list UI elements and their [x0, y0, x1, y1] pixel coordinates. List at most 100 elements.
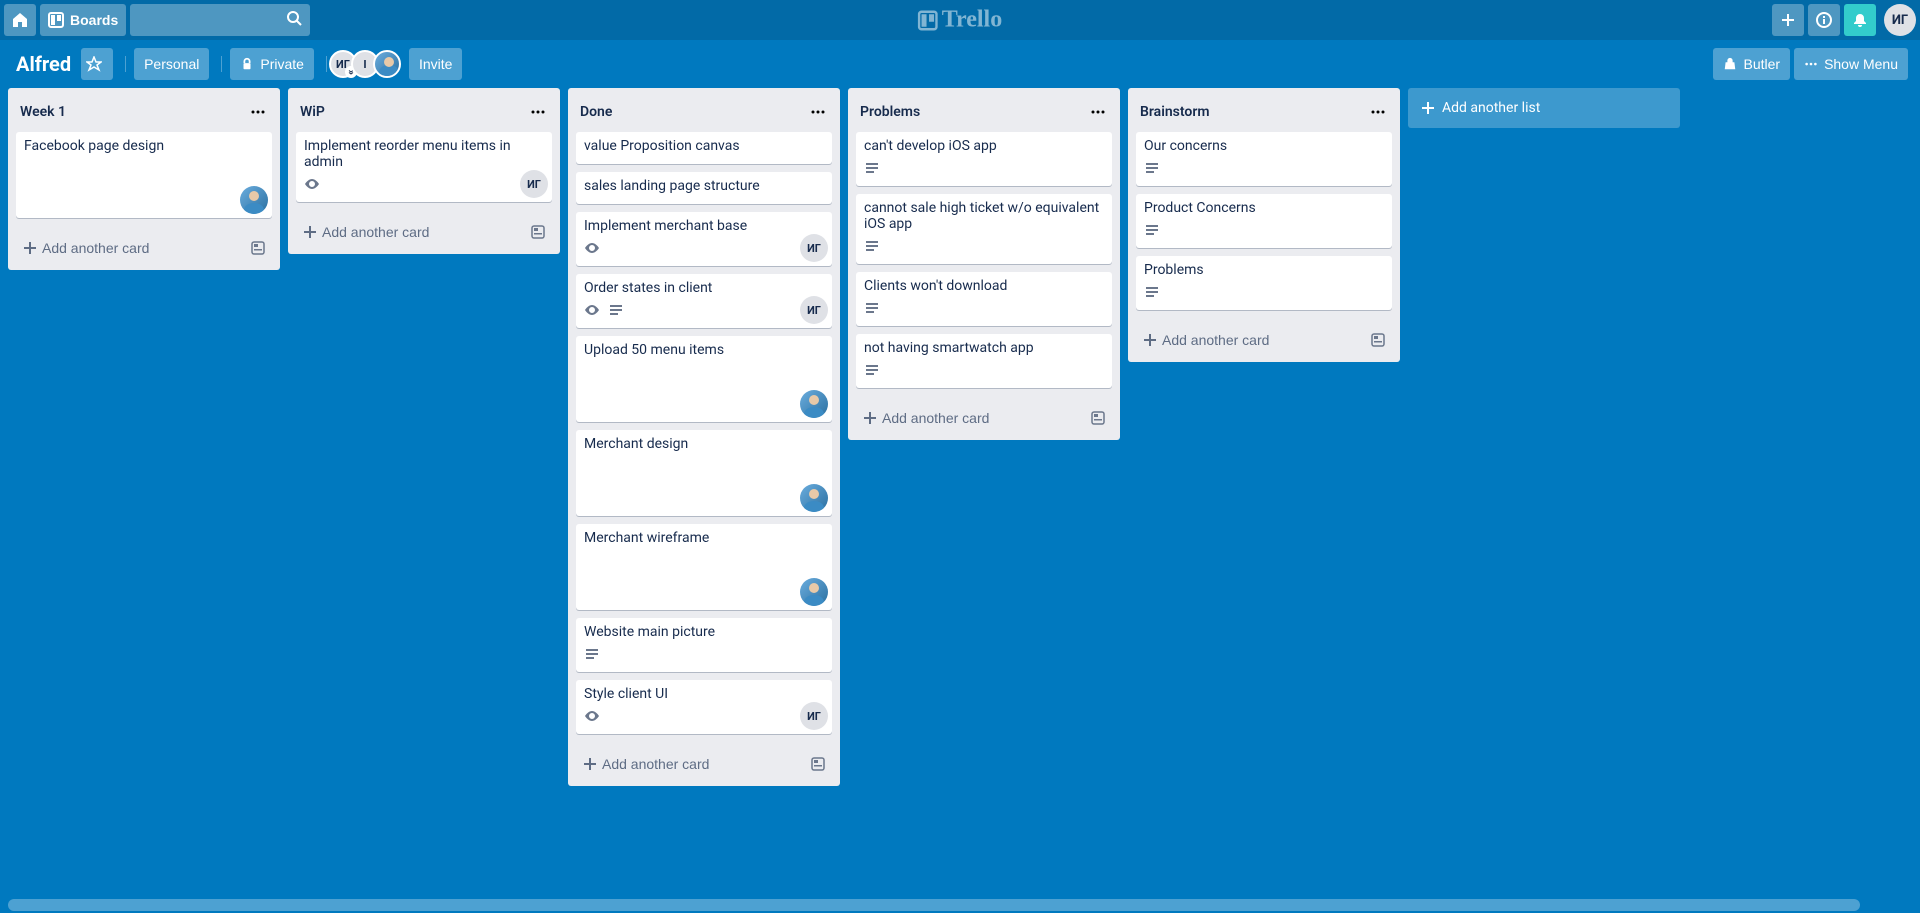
card[interactable]: Merchant design — [576, 430, 832, 516]
card-template-button[interactable] — [524, 218, 552, 246]
template-icon — [1370, 332, 1386, 348]
description-icon — [864, 362, 880, 382]
board-member-avatar[interactable] — [373, 50, 401, 78]
card[interactable]: value Proposition canvas — [576, 132, 832, 164]
card-member-avatar[interactable] — [800, 578, 828, 606]
list-menu-button[interactable] — [804, 98, 832, 126]
watch-icon — [584, 708, 600, 728]
boards-button[interactable]: Boards — [40, 4, 126, 36]
card-members: ИГ — [798, 296, 828, 324]
card-title: Product Concerns — [1144, 200, 1384, 218]
card[interactable]: cannot sale high ticket w/o equivalent i… — [856, 194, 1112, 264]
home-button[interactable] — [4, 4, 36, 36]
dots-icon — [530, 104, 546, 120]
card[interactable]: Implement reorder menu items in adminИГ — [296, 132, 552, 202]
card-title: Implement merchant base — [584, 218, 824, 236]
card[interactable]: not having smartwatch app — [856, 334, 1112, 388]
card[interactable]: Facebook page design — [16, 132, 272, 218]
card-member-avatar[interactable]: ИГ — [800, 296, 828, 324]
add-card-button[interactable]: Add another card — [856, 406, 1084, 430]
search-box[interactable] — [130, 4, 310, 36]
plus-icon — [1420, 100, 1436, 116]
card-member-avatar[interactable] — [240, 186, 268, 214]
add-card-label: Add another card — [882, 410, 989, 426]
trello-logo[interactable]: Trello — [918, 7, 1002, 34]
card[interactable]: can't develop iOS app — [856, 132, 1112, 186]
cards-container: Implement reorder menu items in adminИГ — [288, 132, 560, 210]
card-members — [238, 186, 268, 214]
card-title: Clients won't download — [864, 278, 1104, 296]
dots-icon — [1370, 104, 1386, 120]
search-input[interactable] — [138, 12, 302, 28]
card[interactable]: Upload 50 menu items — [576, 336, 832, 422]
add-card-button[interactable]: Add another card — [576, 752, 804, 776]
card[interactable]: sales landing page structure — [576, 172, 832, 204]
card[interactable]: Clients won't download — [856, 272, 1112, 326]
global-header: Boards Trello ИГ — [0, 0, 1920, 40]
card-title: can't develop iOS app — [864, 138, 1104, 156]
info-icon — [1816, 12, 1832, 28]
card-template-button[interactable] — [1084, 404, 1112, 432]
list-menu-button[interactable] — [244, 98, 272, 126]
card-member-avatar[interactable]: ИГ — [800, 702, 828, 730]
card-template-button[interactable] — [804, 750, 832, 778]
card-template-button[interactable] — [1364, 326, 1392, 354]
list-title[interactable]: Done — [580, 104, 804, 120]
add-card-button[interactable]: Add another card — [16, 236, 244, 260]
list-title[interactable]: Week 1 — [20, 104, 244, 120]
card[interactable]: Product Concerns — [1136, 194, 1392, 248]
board-header: Alfred Personal Private ИГI Invite Butle… — [0, 40, 1920, 88]
description-icon — [864, 300, 880, 320]
card-title: Upload 50 menu items — [584, 342, 824, 360]
board-members: ИГI — [335, 50, 401, 78]
card-title: Implement reorder menu items in admin — [304, 138, 544, 172]
team-visibility-button[interactable]: Personal — [134, 48, 209, 80]
show-menu-button[interactable]: Show Menu — [1794, 48, 1908, 80]
plus-icon — [1142, 332, 1158, 348]
card-badges — [1144, 222, 1384, 242]
card-member-avatar[interactable]: ИГ — [800, 234, 828, 262]
card[interactable]: Merchant wireframe — [576, 524, 832, 610]
card-member-avatar[interactable] — [800, 390, 828, 418]
list-title[interactable]: Problems — [860, 104, 1084, 120]
card[interactable]: Order states in clientИГ — [576, 274, 832, 328]
notifications-button[interactable] — [1844, 4, 1876, 36]
template-icon — [1090, 410, 1106, 426]
list-menu-button[interactable] — [524, 98, 552, 126]
divider — [221, 56, 222, 72]
privacy-button[interactable]: Private — [230, 48, 314, 80]
card[interactable]: Problems — [1136, 256, 1392, 310]
description-icon — [864, 238, 880, 258]
add-card-button[interactable]: Add another card — [296, 220, 524, 244]
card-title: sales landing page structure — [584, 178, 824, 196]
card-template-button[interactable] — [244, 234, 272, 262]
dots-icon — [1090, 104, 1106, 120]
info-button[interactable] — [1808, 4, 1840, 36]
board-title[interactable]: Alfred — [16, 52, 71, 76]
team-visibility-label: Personal — [144, 56, 199, 72]
create-button[interactable] — [1772, 4, 1804, 36]
add-card-button[interactable]: Add another card — [1136, 328, 1364, 352]
show-menu-label: Show Menu — [1824, 56, 1898, 72]
invite-label: Invite — [419, 56, 452, 72]
horizontal-scrollbar[interactable] — [8, 899, 1860, 911]
list-menu-button[interactable] — [1364, 98, 1392, 126]
card-member-avatar[interactable] — [800, 484, 828, 512]
list-title[interactable]: Brainstorm — [1140, 104, 1364, 120]
card-member-avatar[interactable]: ИГ — [520, 170, 548, 198]
card[interactable]: Our concerns — [1136, 132, 1392, 186]
list-menu-button[interactable] — [1084, 98, 1112, 126]
search-icon — [286, 10, 302, 30]
star-button[interactable] — [81, 48, 113, 80]
card-badges — [864, 160, 1104, 180]
add-list-button[interactable]: Add another list — [1408, 88, 1680, 128]
list-title[interactable]: WiP — [300, 104, 524, 120]
card[interactable]: Style client UIИГ — [576, 680, 832, 734]
board-canvas[interactable]: Week 1 Facebook page design Add another ca… — [0, 88, 1920, 913]
card[interactable]: Website main picture — [576, 618, 832, 672]
card[interactable]: Implement merchant baseИГ — [576, 212, 832, 266]
user-avatar[interactable]: ИГ — [1884, 4, 1916, 36]
butler-button[interactable]: Butler — [1713, 48, 1790, 80]
description-icon — [1144, 222, 1160, 242]
invite-button[interactable]: Invite — [409, 48, 462, 80]
